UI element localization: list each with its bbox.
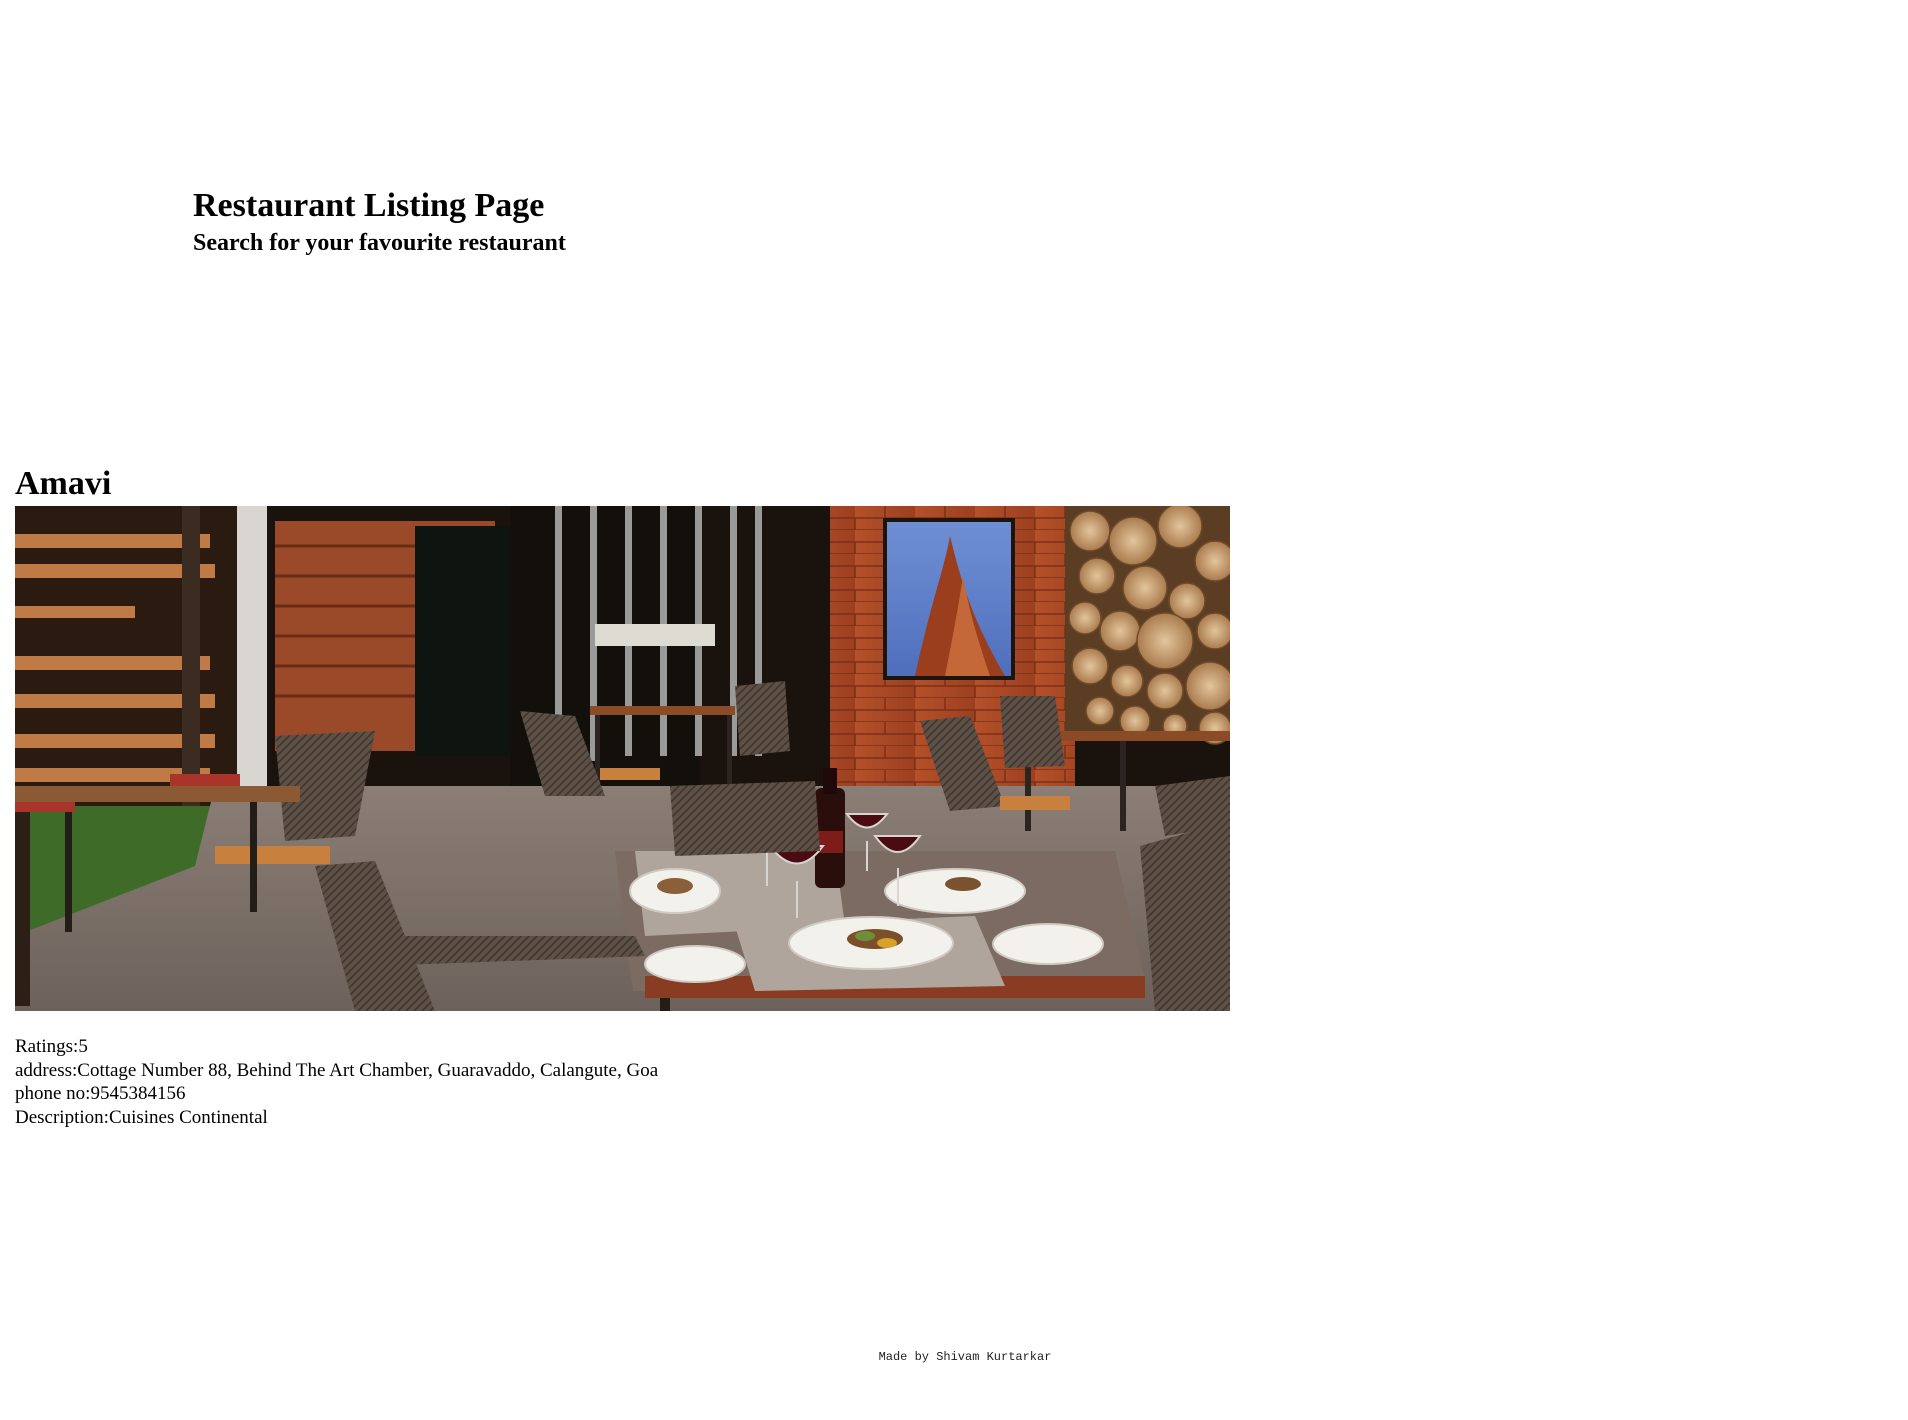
address-value: Cottage Number 88, Behind The Art Chambe…	[77, 1059, 659, 1081]
address-label: address:	[15, 1059, 78, 1081]
footer-credit: Made by Shivam Kurtarkar	[878, 1350, 1052, 1364]
page-subtitle: Search for your favourite restaurant	[193, 230, 566, 256]
restaurant-card: Amavi Ratings:5 address:Cottage Number 8…	[15, 462, 1230, 1129]
restaurant-name: Amavi	[15, 465, 112, 502]
description-line: Description:Cuisines Continental	[15, 1106, 1230, 1130]
phone-line: phone no:9545384156	[15, 1082, 1230, 1106]
phone-value: 9545384156	[90, 1083, 186, 1104]
description-label: Description:	[15, 1106, 109, 1128]
page-header: Restaurant Listing Page Search for your …	[193, 184, 566, 258]
rating-line: Ratings:5	[15, 1035, 1230, 1059]
restaurant-photo	[15, 506, 1230, 1011]
address-line: address:Cottage Number 88, Behind The Ar…	[15, 1059, 1230, 1083]
page-title: Restaurant Listing Page	[193, 187, 545, 224]
rating-value: 5	[78, 1036, 88, 1057]
restaurant-details: Ratings:5 address:Cottage Number 88, Beh…	[15, 1035, 1230, 1129]
phone-label: phone no:	[15, 1083, 91, 1104]
description-value: Cuisines Continental	[108, 1106, 268, 1128]
rating-label: Ratings:	[15, 1036, 79, 1057]
